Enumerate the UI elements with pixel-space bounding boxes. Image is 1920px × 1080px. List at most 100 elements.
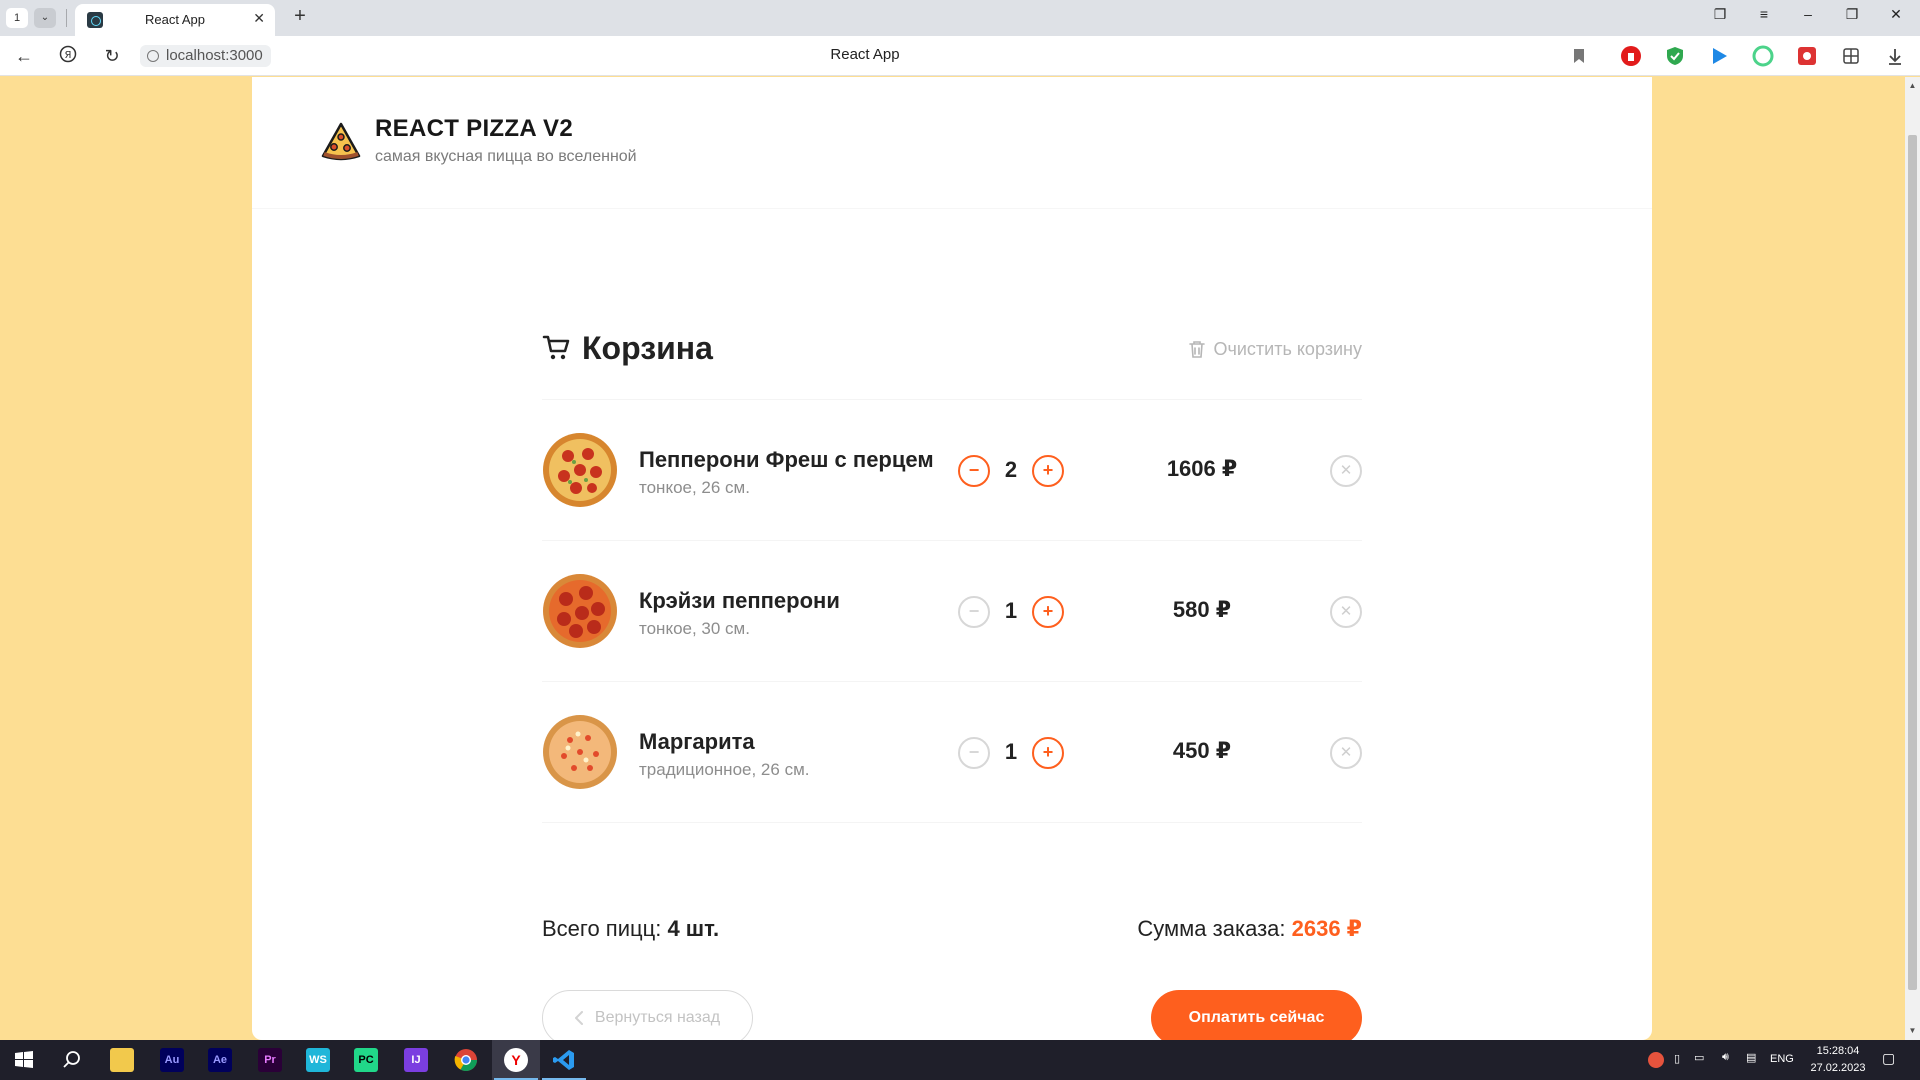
- file-explorer-icon[interactable]: [110, 1048, 134, 1072]
- scroll-down-icon[interactable]: ▼: [1908, 1026, 1917, 1035]
- cart-item: Пепперони Фреш с перцем тонкое, 26 см. −…: [542, 400, 1362, 541]
- item-description: тонкое, 26 см.: [639, 478, 750, 497]
- notifications-icon[interactable]: ▢: [1882, 1050, 1895, 1067]
- go-back-button[interactable]: Вернуться назад: [542, 990, 753, 1040]
- total-count: Всего пицц: 4 шт.: [542, 916, 719, 942]
- tab-close-icon[interactable]: ✕: [253, 10, 265, 27]
- tab-list-dropdown-icon[interactable]: ⌄: [34, 8, 56, 28]
- item-name: Маргарита: [639, 729, 755, 754]
- chevron-left-icon: [574, 1011, 583, 1025]
- green-circle-extension-icon[interactable]: [1752, 45, 1774, 67]
- quantity-stepper: − 2 +: [958, 455, 1064, 487]
- decrease-button[interactable]: −: [958, 455, 990, 487]
- pizza-image: [543, 574, 617, 648]
- react-favicon-icon: [87, 12, 103, 28]
- volume-icon[interactable]: 🔊︎: [1722, 1051, 1729, 1064]
- new-tab-icon[interactable]: +: [288, 5, 312, 29]
- audition-icon[interactable]: Au: [160, 1048, 184, 1072]
- chrome-icon[interactable]: [454, 1048, 478, 1072]
- trash-icon: [1188, 341, 1205, 358]
- item-description: традиционное, 26 см.: [639, 760, 810, 779]
- item-count: 1: [1004, 598, 1018, 623]
- battery-icon[interactable]: ▭: [1694, 1051, 1704, 1064]
- cart: Корзина Очистить корзину Пепперони Фреш …: [542, 330, 1363, 1040]
- logo-title[interactable]: REACT PIZZA V2: [375, 115, 573, 143]
- page-title: React App: [830, 46, 900, 63]
- pycharm-icon[interactable]: PC: [354, 1048, 378, 1072]
- after-effects-icon[interactable]: Ae: [208, 1048, 232, 1072]
- address-bar: ← Я ↻ localhost:3000 React App: [0, 36, 1920, 76]
- remove-item-button[interactable]: ✕: [1330, 737, 1362, 769]
- cart-header: Корзина Очистить корзину: [542, 330, 1363, 400]
- tab-react-app[interactable]: React App ✕: [75, 4, 275, 36]
- item-price: 450 ₽: [1172, 738, 1232, 763]
- vscode-icon[interactable]: [552, 1048, 576, 1072]
- webstorm-icon[interactable]: WS: [306, 1048, 330, 1072]
- clock-date: 27.02.2023: [1810, 1062, 1866, 1074]
- pay-now-label: Оплатить сейчас: [1188, 1009, 1325, 1026]
- cart-summary: Всего пицц: 4 шт. Сумма заказа: 2636 ₽: [542, 916, 1362, 946]
- go-back-label: Вернуться назад: [594, 1009, 721, 1026]
- menu-icon[interactable]: ≡: [1752, 6, 1776, 22]
- pay-now-button[interactable]: Оплатить сейчас: [1151, 990, 1362, 1040]
- clear-cart-label: Очистить корзину: [1213, 338, 1363, 359]
- total-sum-label: Сумма заказа:: [1137, 916, 1286, 941]
- browser-tab-bar: 1 ⌄ React App ✕ + ❐ ≡ – ❐ ✕: [0, 0, 1920, 36]
- minimize-icon[interactable]: –: [1796, 6, 1820, 22]
- divider: [66, 9, 67, 27]
- restore-icon[interactable]: ❐: [1840, 6, 1864, 23]
- clear-cart-button[interactable]: Очистить корзину: [1188, 336, 1363, 362]
- remove-item-button[interactable]: ✕: [1330, 455, 1362, 487]
- total-count-value: 4 шт.: [667, 916, 720, 941]
- site-wrapper: REACT PIZZA V2 самая вкусная пицца во вс…: [252, 77, 1652, 1040]
- extensions-icon[interactable]: [1840, 45, 1862, 67]
- item-price: 580 ₽: [1172, 597, 1232, 622]
- cart-item: Крэйзи пепперони тонкое, 30 см. − 1 + 58…: [542, 541, 1362, 682]
- tab-counter[interactable]: 1: [6, 8, 28, 28]
- language-indicator[interactable]: ENG: [1770, 1053, 1794, 1065]
- increase-button[interactable]: +: [1032, 455, 1064, 487]
- item-name: Пепперони Фреш с перцем: [639, 447, 934, 472]
- yandex-browser-icon[interactable]: Y: [504, 1048, 528, 1072]
- item-description: тонкое, 30 см.: [639, 619, 750, 638]
- item-name: Крэйзи пепперони: [639, 588, 840, 613]
- windows-start-icon[interactable]: [12, 1048, 36, 1072]
- cart-icon: [542, 335, 570, 360]
- cart-item: Маргарита традиционное, 26 см. − 1 + 450…: [542, 682, 1362, 823]
- total-sum: Сумма заказа: 2636 ₽: [1137, 916, 1362, 942]
- page-scrollbar[interactable]: ▲ ▼: [1905, 77, 1920, 1040]
- decrease-button[interactable]: −: [958, 737, 990, 769]
- increase-button[interactable]: +: [1032, 596, 1064, 628]
- pizza-logo-icon[interactable]: [320, 120, 362, 162]
- decrease-button[interactable]: −: [958, 596, 990, 628]
- tray-app-icon[interactable]: [1648, 1052, 1664, 1068]
- scrollbar-thumb[interactable]: [1908, 135, 1917, 990]
- quantity-stepper: − 1 +: [958, 737, 1064, 769]
- bookmark-icon[interactable]: [1568, 45, 1590, 67]
- download-icon[interactable]: [1884, 45, 1906, 67]
- collections-icon[interactable]: ❐: [1708, 6, 1732, 23]
- premiere-pro-icon[interactable]: Pr: [258, 1048, 282, 1072]
- intellij-icon[interactable]: IJ: [404, 1048, 428, 1072]
- item-count: 2: [1004, 457, 1018, 482]
- close-window-icon[interactable]: ✕: [1884, 6, 1908, 23]
- search-icon[interactable]: [60, 1048, 84, 1072]
- remove-item-button[interactable]: ✕: [1330, 596, 1362, 628]
- item-count: 1: [1004, 739, 1018, 764]
- page-viewport: REACT PIZZA V2 самая вкусная пицца во вс…: [0, 77, 1905, 1040]
- logo-subtitle: самая вкусная пицца во вселенной: [375, 148, 637, 165]
- shield-extension-icon[interactable]: [1664, 45, 1686, 67]
- scroll-up-icon[interactable]: ▲: [1908, 81, 1917, 90]
- red-extension-icon[interactable]: [1796, 45, 1818, 67]
- clock[interactable]: 15:28:04 27.02.2023: [1806, 1043, 1870, 1077]
- increase-button[interactable]: +: [1032, 737, 1064, 769]
- usb-icon[interactable]: ▯: [1674, 1052, 1680, 1065]
- site-header: REACT PIZZA V2 самая вкусная пицца во вс…: [252, 77, 1652, 209]
- play-extension-icon[interactable]: [1708, 45, 1730, 67]
- network-icon[interactable]: ▤: [1746, 1051, 1756, 1064]
- windows-taskbar: Au Ae Pr WS PC IJ Y ▯ ▭ 🔊︎ ▤ ENG 15:28:0…: [0, 1040, 1920, 1080]
- adblock-extension-icon[interactable]: [1620, 45, 1642, 67]
- quantity-stepper: − 1 +: [958, 596, 1064, 628]
- total-sum-value: 2636 ₽: [1291, 916, 1362, 941]
- total-count-label: Всего пицц:: [542, 916, 662, 941]
